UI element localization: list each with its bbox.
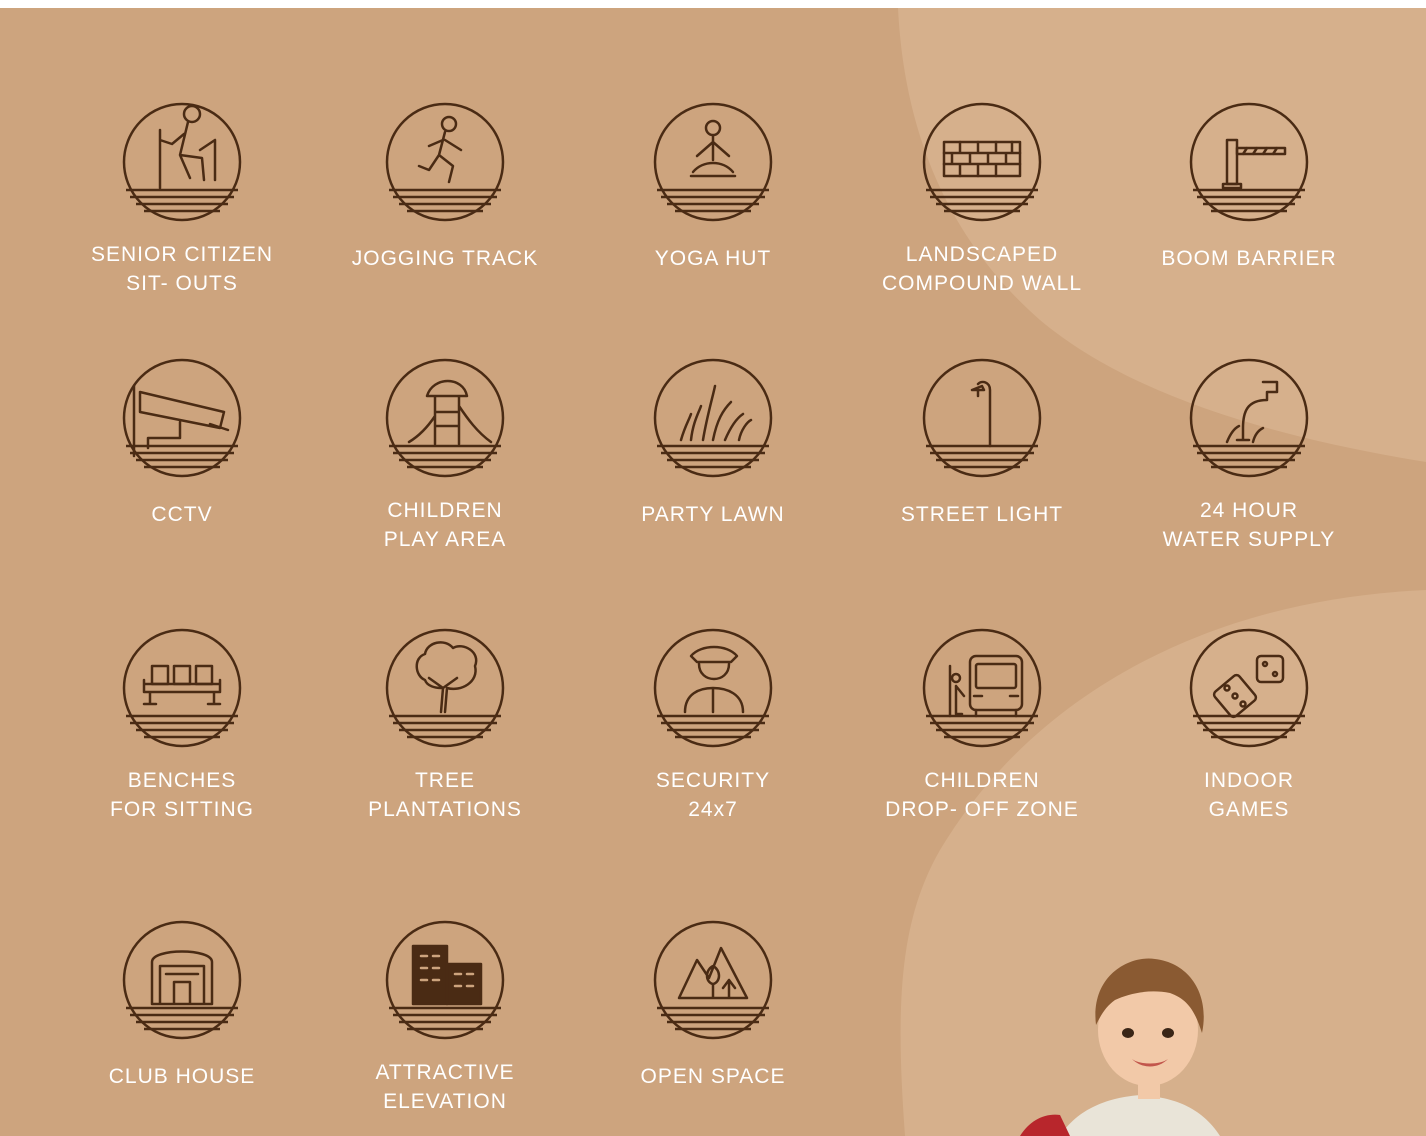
amenity-label-line: PLANTATIONS [368,798,522,821]
amenity-label: CLUB HOUSE [62,1062,302,1091]
amenity-label-line: PARTY LAWN [641,503,785,526]
amenity-label-line: ATTRACTIVE [375,1061,515,1084]
amenity-label-line: INDOOR [1204,769,1294,792]
amenity-label-line: STREET LIGHT [900,503,1064,526]
open-space-trees-icon [653,920,773,1040]
grass-lawn-icon [653,358,773,478]
bench-seats-icon [122,628,242,748]
amenity-label-line: TREE [414,769,475,792]
amenity-label: CHILDREN DROP- OFF ZONE [862,766,1102,824]
amenity-label-line: SENIOR CITIZEN [90,243,273,266]
amenity-label: LANDSCAPED COMPOUND WALL [862,240,1102,298]
amenity-label-line: CHILDREN [924,769,1040,792]
water-tap-icon [1189,358,1309,478]
building-icon [385,920,505,1040]
boom-barrier-icon [1189,102,1309,222]
yoga-pose-icon [653,102,773,222]
senior-citizen-seat-icon [122,102,242,222]
amenity-label-line: DROP- OFF ZONE [885,798,1079,821]
amenity-label-line: CHILDREN [387,499,503,522]
security-guard-icon [653,628,773,748]
amenity-label-line: SIT- OUTS [126,272,238,295]
amenity-label-line: YOGA HUT [654,247,772,270]
amenity-label: JOGGING TRACK [325,244,565,273]
amenity-label-line: CLUB HOUSE [108,1065,256,1088]
amenity-label-line: 24x7 [688,798,738,821]
amenity-label-line: BOOM BARRIER [1161,247,1337,270]
amenity-label-line: WATER SUPPLY [1162,528,1336,551]
amenity-label: SENIOR CITIZEN SIT- OUTS [62,240,302,298]
amenity-label: ATTRACTIVE ELEVATION [325,1058,565,1116]
slide-playground-icon [385,358,505,478]
amenity-label: CCTV [62,500,302,529]
amenity-label: 24 HOUR WATER SUPPLY [1129,496,1369,554]
amenity-label: STREET LIGHT [862,500,1102,529]
school-bus-icon [922,628,1042,748]
dice-icon [1189,628,1309,748]
amenity-label-line: PLAY AREA [383,528,507,551]
tree-icon [385,628,505,748]
amenity-label-line: GAMES [1208,798,1290,821]
amenity-label: TREE PLANTATIONS [325,766,565,824]
amenity-label: SECURITY 24x7 [593,766,833,824]
amenity-label-line: CCTV [151,503,213,526]
amenity-label-line: SECURITY [655,769,771,792]
amenity-label-line: COMPOUND WALL [881,272,1083,295]
amenity-label: CHILDREN PLAY AREA [325,496,565,554]
cctv-camera-icon [122,358,242,478]
amenity-label-line: BENCHES [127,769,237,792]
amenity-label: YOGA HUT [593,244,833,273]
brick-wall-icon [922,102,1042,222]
amenity-label: BENCHES FOR SITTING [62,766,302,824]
amenity-label-line: 24 HOUR [1199,499,1299,522]
amenity-label: BOOM BARRIER [1129,244,1369,273]
amenity-label: OPEN SPACE [593,1062,833,1091]
jogging-runner-icon [385,102,505,222]
street-lamp-icon [922,358,1042,478]
child-photo [1020,958,1220,1136]
amenity-label: PARTY LAWN [593,500,833,529]
amenity-label: INDOOR GAMES [1129,766,1369,824]
amenity-label-line: OPEN SPACE [640,1065,786,1088]
amenity-label-line: JOGGING TRACK [351,247,539,270]
amenity-label-line: LANDSCAPED [905,243,1059,266]
amenity-label-line: FOR SITTING [110,798,254,821]
club-house-icon [122,920,242,1040]
amenity-label-line: ELEVATION [383,1090,507,1113]
